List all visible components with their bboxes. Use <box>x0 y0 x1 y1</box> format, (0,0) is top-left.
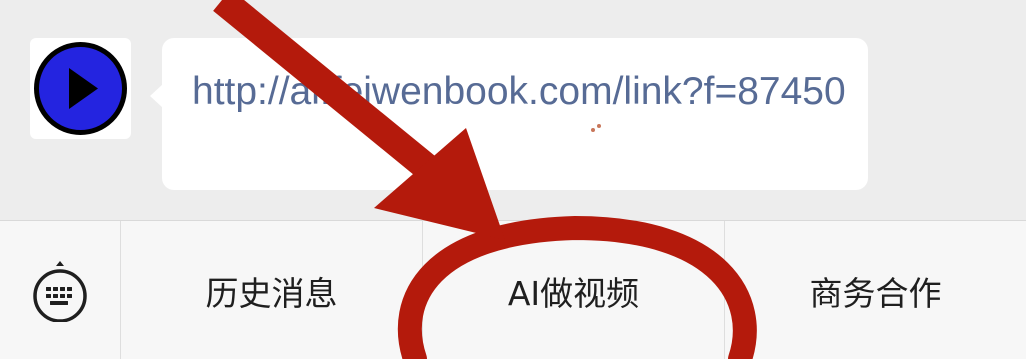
menu-item-ai-video[interactable]: AI做视频 <box>423 221 724 359</box>
bubble-tail <box>150 84 163 108</box>
menu-item-history[interactable]: 历史消息 <box>121 221 422 359</box>
keyboard-toggle-button[interactable] <box>0 221 120 359</box>
official-account-chat-screen: http://ai.feiwenbook.com/link?f=87450 历史… <box>0 0 1026 359</box>
message-bubble: http://ai.feiwenbook.com/link?f=87450 <box>150 38 868 190</box>
message-link[interactable]: http://ai.feiwenbook.com/link?f=87450 <box>192 66 852 117</box>
menu-bar: 历史消息 AI做视频 商务合作 <box>0 220 1026 359</box>
avatar[interactable] <box>30 38 131 139</box>
chat-area: http://ai.feiwenbook.com/link?f=87450 <box>0 0 1026 220</box>
play-icon <box>34 42 127 135</box>
menu-item-business[interactable]: 商务合作 <box>725 221 1026 359</box>
keyboard-icon <box>33 260 87 322</box>
